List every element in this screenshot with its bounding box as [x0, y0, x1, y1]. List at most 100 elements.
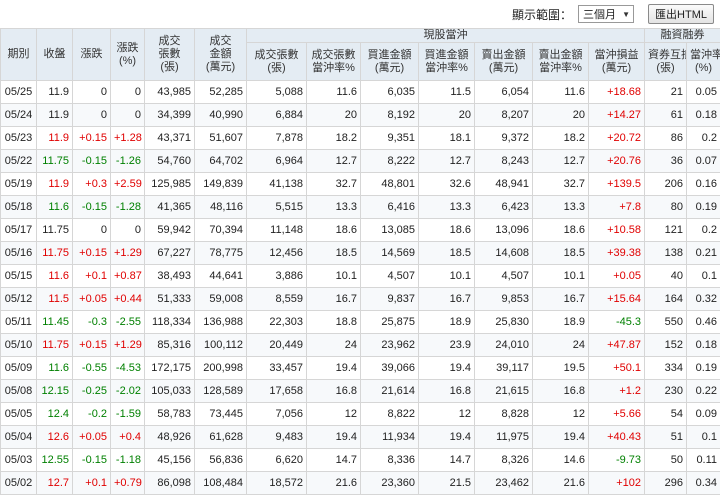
cell-sell-amount: 24,010	[475, 334, 533, 357]
cell-pnl: +18.68	[589, 81, 645, 104]
cell-close: 11.9	[37, 81, 73, 104]
cell-buy-rate: 20	[419, 104, 475, 127]
cell-sell-rate: 32.7	[533, 173, 589, 196]
col-dt-rate[interactable]: 當沖率(%)	[687, 43, 720, 81]
cell-date: 05/03	[1, 449, 37, 472]
cell-pct: +1.28	[111, 127, 145, 150]
cell-buy-amount: 25,875	[361, 311, 419, 334]
cell-buy-amount: 11,934	[361, 426, 419, 449]
cell-pct: 0	[111, 81, 145, 104]
cell-date: 05/12	[1, 288, 37, 311]
cell-date: 05/22	[1, 150, 37, 173]
table-row: 05/1911.9+0.3+2.59125,985149,83941,13832…	[1, 173, 720, 196]
cell-buy-rate: 18.1	[419, 127, 475, 150]
cell-offset: 40	[645, 265, 687, 288]
col-pct[interactable]: 漲跌(%)	[111, 29, 145, 81]
cell-pnl: +20.72	[589, 127, 645, 150]
table-row: 05/2511.90043,98552,2855,08811.66,03511.…	[1, 81, 720, 104]
col-change[interactable]: 漲跌	[73, 29, 111, 81]
cell-pnl: +102	[589, 472, 645, 495]
cell-sell-rate: 24	[533, 334, 589, 357]
export-html-button[interactable]: 匯出HTML	[648, 4, 714, 24]
group-daytrade: 現股當沖	[247, 29, 645, 43]
col-pnl[interactable]: 當沖損益(萬元)	[589, 43, 645, 81]
cell-date: 05/19	[1, 173, 37, 196]
cell-close: 11.45	[37, 311, 73, 334]
cell-close: 12.15	[37, 380, 73, 403]
cell-sell-amount: 8,207	[475, 104, 533, 127]
col-sell-rate[interactable]: 賣出金額當沖率%	[533, 43, 589, 81]
cell-buy-rate: 13.3	[419, 196, 475, 219]
cell-date: 05/16	[1, 242, 37, 265]
cell-dt-volume-rate: 18.5	[307, 242, 361, 265]
cell-pct: 0	[111, 104, 145, 127]
cell-pct: +1.29	[111, 242, 145, 265]
cell-volume: 54,760	[145, 150, 195, 173]
col-offset[interactable]: 資券互抵(張)	[645, 43, 687, 81]
col-close[interactable]: 收盤	[37, 29, 73, 81]
col-dt-volume[interactable]: 成交張數(張)	[247, 43, 307, 81]
cell-dt-volume: 22,303	[247, 311, 307, 334]
cell-volume: 172,175	[145, 357, 195, 380]
cell-dt-volume: 6,620	[247, 449, 307, 472]
range-select[interactable]: 三個月 ▼	[578, 5, 634, 23]
cell-dt-volume-rate: 16.8	[307, 380, 361, 403]
cell-date: 05/23	[1, 127, 37, 150]
cell-sell-rate: 18.2	[533, 127, 589, 150]
table-row: 05/1011.75+0.15+1.2985,316100,11220,4492…	[1, 334, 720, 357]
cell-sell-amount: 13,096	[475, 219, 533, 242]
cell-dt-rate: 0.18	[687, 104, 720, 127]
cell-buy-amount: 9,351	[361, 127, 419, 150]
cell-sell-amount: 8,828	[475, 403, 533, 426]
cell-pnl: +14.27	[589, 104, 645, 127]
cell-close: 11.6	[37, 196, 73, 219]
cell-sell-rate: 14.6	[533, 449, 589, 472]
cell-change: -0.15	[73, 150, 111, 173]
cell-dt-rate: 0.46	[687, 311, 720, 334]
cell-date: 05/05	[1, 403, 37, 426]
cell-change: 0	[73, 219, 111, 242]
cell-volume: 48,926	[145, 426, 195, 449]
cell-offset: 86	[645, 127, 687, 150]
col-sell-amount[interactable]: 賣出金額(萬元)	[475, 43, 533, 81]
col-date[interactable]: 期別	[1, 29, 37, 81]
cell-pct: -2.02	[111, 380, 145, 403]
cell-dt-rate: 0.16	[687, 173, 720, 196]
cell-amount: 149,839	[195, 173, 247, 196]
cell-close: 11.9	[37, 104, 73, 127]
cell-dt-volume: 6,884	[247, 104, 307, 127]
cell-offset: 54	[645, 403, 687, 426]
cell-close: 11.75	[37, 219, 73, 242]
cell-volume: 86,098	[145, 472, 195, 495]
cell-volume: 105,033	[145, 380, 195, 403]
table-row: 05/1611.75+0.15+1.2967,22778,77512,45618…	[1, 242, 720, 265]
cell-pct: +2.59	[111, 173, 145, 196]
cell-sell-rate: 12.7	[533, 150, 589, 173]
cell-volume: 59,942	[145, 219, 195, 242]
cell-pnl: +139.5	[589, 173, 645, 196]
col-buy-amount[interactable]: 買進金額(萬元)	[361, 43, 419, 81]
table-row: 05/0911.6-0.55-4.53172,175200,99833,4571…	[1, 357, 720, 380]
cell-close: 11.5	[37, 288, 73, 311]
cell-pct: 0	[111, 219, 145, 242]
cell-pct: +0.79	[111, 472, 145, 495]
cell-pnl: +1.2	[589, 380, 645, 403]
cell-pnl: -45.3	[589, 311, 645, 334]
col-volume[interactable]: 成交張數(張)	[145, 29, 195, 81]
col-buy-rate[interactable]: 買進金額當沖率%	[419, 43, 475, 81]
cell-dt-volume: 12,456	[247, 242, 307, 265]
cell-dt-volume-rate: 12.7	[307, 150, 361, 173]
cell-volume: 43,985	[145, 81, 195, 104]
cell-pnl: -9.73	[589, 449, 645, 472]
cell-pnl: +47.87	[589, 334, 645, 357]
cell-offset: 334	[645, 357, 687, 380]
cell-offset: 550	[645, 311, 687, 334]
col-amount[interactable]: 成交金額(萬元)	[195, 29, 247, 81]
col-dt-volume-rate[interactable]: 成交張數當沖率%	[307, 43, 361, 81]
cell-amount: 108,484	[195, 472, 247, 495]
cell-sell-amount: 9,372	[475, 127, 533, 150]
table-row: 05/0812.15-0.25-2.02105,033128,58917,658…	[1, 380, 720, 403]
cell-dt-volume-rate: 11.6	[307, 81, 361, 104]
cell-offset: 164	[645, 288, 687, 311]
cell-sell-rate: 19.5	[533, 357, 589, 380]
